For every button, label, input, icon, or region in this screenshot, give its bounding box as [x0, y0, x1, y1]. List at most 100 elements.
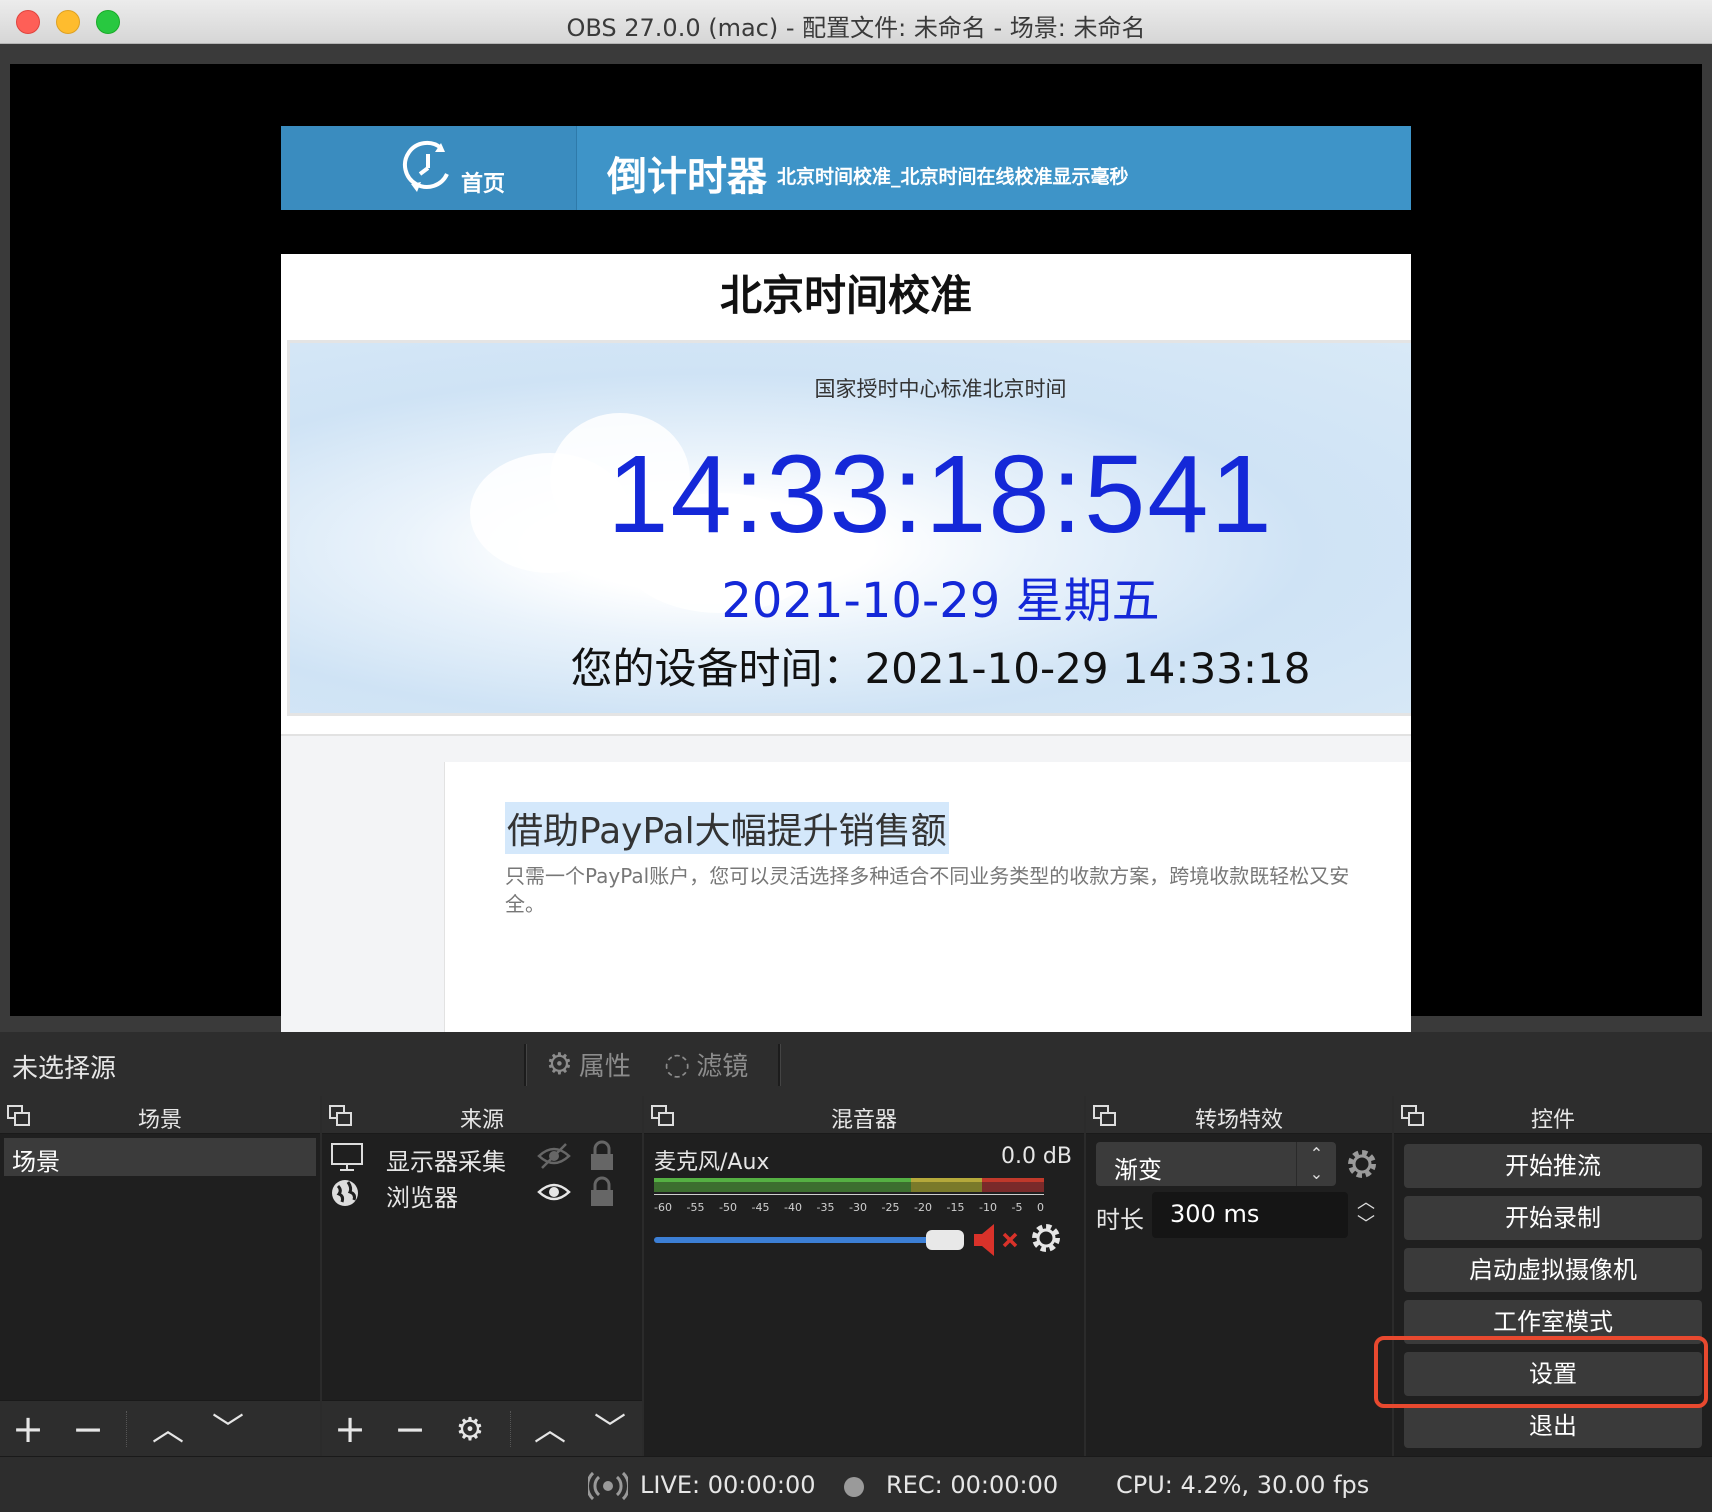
- start-recording-button[interactable]: 开始录制: [1404, 1196, 1702, 1240]
- toolbar-separator: [524, 1044, 527, 1086]
- eye-hidden-icon[interactable]: [536, 1140, 572, 1172]
- ad-title: 借助PayPal大幅提升销售额: [505, 802, 949, 854]
- meter-tick-label: -30: [849, 1201, 867, 1214]
- cpu-fps-readout: CPU: 4.2%, 30.00 fps: [1116, 1471, 1370, 1499]
- banner-subtitle: 北京时间校准_北京时间在线校准显示毫秒: [777, 166, 1129, 188]
- clock-time: 14:33:18:541: [607, 433, 1274, 556]
- meter-red-zone: [981, 1178, 1044, 1192]
- clock-panel: 国家授时中心标准北京时间 14:33:18:541 2021-10-29 星期五…: [287, 340, 1411, 716]
- mixer-gear-icon[interactable]: [1028, 1220, 1064, 1256]
- meter-tick-label: 0: [1037, 1201, 1044, 1214]
- duration-label: 时长: [1096, 1206, 1144, 1234]
- home-link: 首页: [281, 126, 577, 210]
- scenes-title: 场景: [137, 1108, 182, 1133]
- transitions-dock-header: 转场特效: [1086, 1096, 1392, 1134]
- meter-tick-labels: -60 -55 -50 -45 -40 -35 -30 -25 -20 -15 -10 -5 0: [654, 1194, 1044, 1220]
- transition-select[interactable]: 渐变 ⌃ ⌄: [1096, 1142, 1336, 1186]
- exit-button[interactable]: 退出: [1404, 1404, 1702, 1448]
- home-label: 首页: [461, 172, 506, 197]
- live-timer: LIVE: 00:00:00: [640, 1471, 816, 1499]
- sources-dock: 来源 显示器采集 浏览器 + − ⚙ ︿ ﹀: [322, 1096, 642, 1456]
- site-banner: 首页 倒计时器 北京时间校准_北京时间在线校准显示毫秒: [281, 126, 1411, 210]
- ad-text: 只需一个PayPal账户，您可以灵活选择多种适合不同业务类型的收款方案，跨境收款…: [505, 864, 1350, 916]
- title-bar: OBS 27.0.0 (mac) - 配置文件: 未命名 - 场景: 未命名: [0, 0, 1712, 44]
- transition-selected: 渐变: [1114, 1156, 1162, 1184]
- move-source-down-button[interactable]: ﹀: [590, 1409, 630, 1449]
- remove-source-button[interactable]: −: [390, 1409, 430, 1449]
- web-header: 首页 倒计时器 北京时间校准_北京时间在线校准显示毫秒: [281, 126, 1411, 274]
- meter-yellow-zone: [911, 1178, 982, 1192]
- no-source-label: 未选择源: [12, 1054, 117, 1084]
- sources-footer: + − ⚙ ︿ ﹀: [322, 1400, 642, 1456]
- broadcast-icon: [588, 1471, 628, 1501]
- rec-indicator-icon: [844, 1477, 864, 1497]
- start-streaming-button[interactable]: 开始推流: [1404, 1144, 1702, 1188]
- mixer-dock-header: 混音器: [644, 1096, 1084, 1134]
- meter-tick-label: -50: [719, 1201, 737, 1214]
- move-scene-up-button[interactable]: ︿: [148, 1409, 188, 1449]
- transitions-title: 转场特效: [1194, 1108, 1283, 1133]
- lock-icon[interactable]: [588, 1140, 616, 1172]
- toolbar-separator: [778, 1044, 781, 1086]
- preview-canvas[interactable]: 首页 倒计时器 北京时间校准_北京时间在线校准显示毫秒 北京时间校准 国家授时中…: [10, 64, 1702, 1036]
- meter-tick-label: -10: [979, 1201, 997, 1214]
- properties-label: 属性: [578, 1052, 631, 1082]
- source-name: 显示器采集: [386, 1148, 506, 1176]
- clock-caption: 国家授时中心标准北京时间: [814, 377, 1067, 401]
- eye-icon[interactable]: [536, 1176, 572, 1208]
- meter-tick-label: -20: [914, 1201, 932, 1214]
- start-virtual-camera-button[interactable]: 启动虚拟摄像机: [1404, 1248, 1702, 1292]
- footer-separator: [126, 1411, 127, 1447]
- audio-meter: [654, 1178, 1044, 1192]
- remove-scene-button[interactable]: −: [68, 1409, 108, 1449]
- ad-area: 借助PayPal大幅提升销售额 只需一个PayPal账户，您可以灵活选择多种适合…: [281, 734, 1411, 1036]
- add-source-button[interactable]: +: [330, 1409, 370, 1449]
- source-item[interactable]: 浏览器: [328, 1176, 638, 1212]
- web-body: 北京时间校准 国家授时中心标准北京时间 14:33:18:541 2021-10…: [281, 254, 1411, 1036]
- page-heading: 北京时间校准: [719, 271, 972, 320]
- audio-channel-name: 麦克风/Aux: [654, 1150, 770, 1175]
- footer-separator: [510, 1411, 511, 1447]
- scene-list-item[interactable]: 场景: [4, 1138, 316, 1176]
- meter-tick-label: -60: [654, 1201, 672, 1214]
- banner-gap: [281, 210, 1411, 254]
- scenes-dock-header: 场景: [0, 1096, 320, 1134]
- meter-tick-label: -15: [946, 1201, 965, 1214]
- volume-slider-track[interactable]: [654, 1237, 934, 1243]
- move-source-up-button[interactable]: ︿: [530, 1409, 570, 1449]
- duration-spinner[interactable]: ︿ ﹀: [1350, 1192, 1382, 1238]
- meter-tick-label: -25: [881, 1201, 900, 1214]
- source-properties-gear-icon[interactable]: ⚙: [450, 1409, 490, 1449]
- volume-slider-handle[interactable]: [926, 1230, 964, 1250]
- settings-highlight-box: [1374, 1336, 1708, 1408]
- lock-icon[interactable]: [588, 1176, 616, 1208]
- preview-area: 首页 倒计时器 北京时间校准_北京时间在线校准显示毫秒 北京时间校准 国家授时中…: [0, 44, 1712, 1036]
- gear-icon: ⚙: [546, 1047, 573, 1082]
- meter-tick-label: -55: [686, 1201, 705, 1214]
- banner-title: 倒计时器: [607, 154, 767, 200]
- properties-button[interactable]: ⚙ 属性: [546, 1046, 631, 1083]
- filters-button[interactable]: ◌ 滤镜: [664, 1046, 748, 1083]
- transition-gear-icon[interactable]: [1344, 1146, 1380, 1182]
- muted-speaker-icon[interactable]: [972, 1222, 1026, 1258]
- duration-input[interactable]: 300 ms: [1152, 1192, 1348, 1238]
- meter-green-zone: [654, 1178, 912, 1192]
- browser-source-content: 首页 倒计时器 北京时间校准_北京时间在线校准显示毫秒 北京时间校准 国家授时中…: [281, 126, 1411, 1036]
- source-toolbar: 未选择源 ⚙ 属性 ◌ 滤镜: [0, 1032, 1712, 1096]
- controls-dock-header: 控件: [1394, 1096, 1712, 1134]
- meter-tick-label: -35: [816, 1201, 835, 1214]
- mixer-dock: 混音器 麦克风/Aux 0.0 dB -60 -55 -50 -45 -40 -35 -30…: [644, 1096, 1084, 1456]
- window-title: OBS 27.0.0 (mac) - 配置文件: 未命名 - 场景: 未命名: [566, 14, 1146, 42]
- move-scene-down-button[interactable]: ﹀: [208, 1409, 248, 1449]
- globe-icon: [332, 1180, 358, 1206]
- filters-label: 滤镜: [696, 1052, 749, 1082]
- meter-tick-label: -5: [1011, 1201, 1023, 1214]
- clock-date: 2021-10-29 星期五: [721, 573, 1160, 629]
- select-arrows-icon: ⌃ ⌄: [1296, 1142, 1336, 1186]
- source-item[interactable]: 显示器采集: [328, 1140, 638, 1176]
- sources-title: 来源: [459, 1108, 504, 1133]
- monitor-icon: [331, 1143, 363, 1171]
- source-name: 浏览器: [386, 1184, 458, 1212]
- add-scene-button[interactable]: +: [8, 1409, 48, 1449]
- meter-tick-label: -45: [751, 1201, 770, 1214]
